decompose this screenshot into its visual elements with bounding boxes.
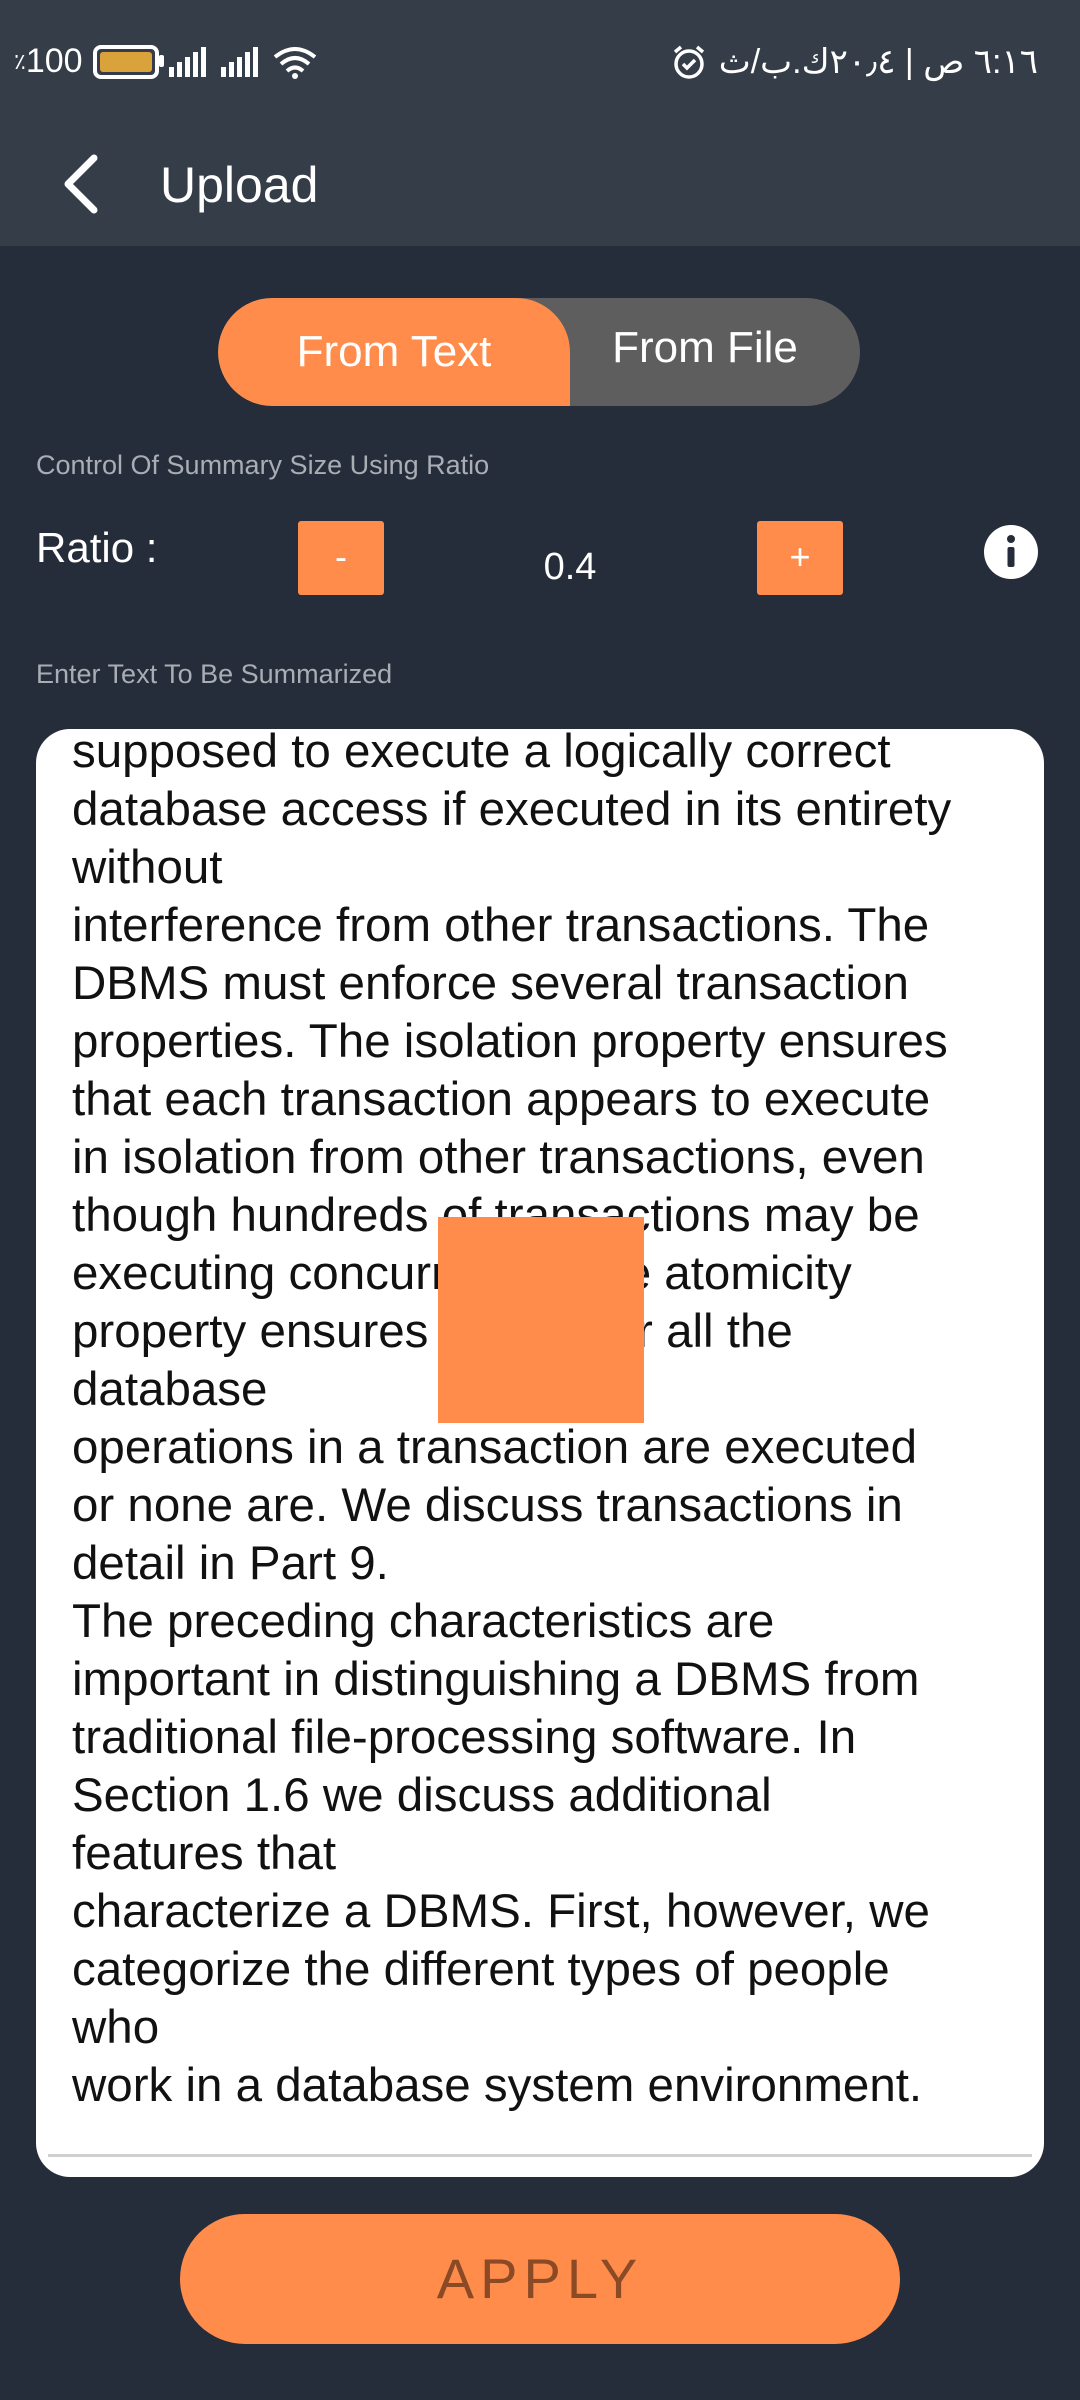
app-bar: Upload <box>0 128 1080 246</box>
alarm-icon <box>673 45 704 79</box>
chevron-left-icon <box>64 154 98 214</box>
input-underline <box>48 2154 1032 2157</box>
redaction-block <box>438 1217 644 1423</box>
text-input-card[interactable]: supposed to execute a logically correct … <box>36 729 1044 2177</box>
increment-button[interactable]: + <box>757 521 843 595</box>
text-hint: Enter Text To Be Summarized <box>36 659 393 689</box>
battery-percent: 100 <box>25 42 83 80</box>
battery-icon <box>92 44 164 79</box>
ratio-hint: Control Of Summary Size Using Ratio <box>36 450 490 480</box>
battery-percent-sign: ٪ <box>14 48 26 74</box>
tab-from-text[interactable]: From Text <box>218 298 570 406</box>
ratio-value: 0.4 <box>543 546 597 588</box>
decrement-button[interactable]: - <box>298 521 384 595</box>
page-title: Upload <box>160 157 319 213</box>
status-left-group: ٪ 100 <box>14 42 317 81</box>
tab-from-file[interactable]: From File <box>570 298 840 406</box>
wifi-icon <box>273 46 316 79</box>
signal-icon-2 <box>220 46 258 77</box>
apply-button[interactable]: APPLY <box>180 2214 900 2344</box>
status-time: ٦:١٦ ص | ٢٠٫٤ك.ب/ث <box>718 43 1038 81</box>
signal-icon <box>168 46 206 77</box>
info-icon[interactable] <box>983 524 1039 580</box>
source-toggle[interactable]: From Text From File <box>218 298 860 406</box>
ratio-label: Ratio : <box>36 524 158 571</box>
status-bar: ٪ 100 ٦:١٦ ص | ٢٠٫٤ك.ب/ث <box>0 0 1080 128</box>
back-button[interactable] <box>40 144 120 224</box>
status-right-group: ٦:١٦ ص | ٢٠٫٤ك.ب/ث <box>671 42 1038 82</box>
